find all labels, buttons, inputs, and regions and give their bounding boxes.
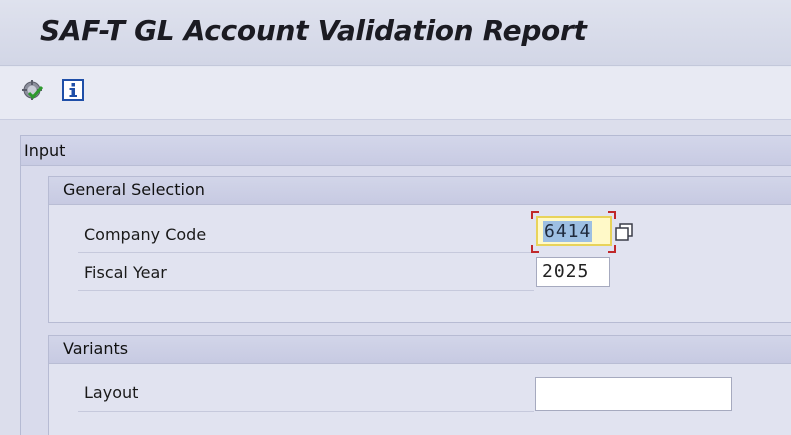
variants-header: [49, 336, 791, 364]
general-selection-label: General Selection: [63, 180, 205, 199]
fiscal-year-field[interactable]: 2025: [536, 257, 610, 287]
focus-marker: [608, 245, 616, 253]
layout-row-line: [78, 411, 534, 412]
fiscal-year-label: Fiscal Year: [84, 263, 167, 282]
company-code-field[interactable]: 6414: [536, 216, 612, 246]
input-frame-label: Input: [24, 141, 66, 160]
company-code-label: Company Code: [84, 225, 207, 244]
variants-label: Variants: [63, 339, 129, 358]
fiscal-year-row-line: [78, 290, 534, 291]
input-frame-header: [21, 136, 791, 166]
info-icon[interactable]: [62, 79, 84, 101]
application-toolbar: [0, 67, 791, 119]
execute-icon[interactable]: [21, 79, 44, 101]
company-code-value: 6414: [543, 221, 593, 242]
company-code-row-line: [78, 252, 534, 253]
focus-marker: [531, 245, 539, 253]
page-title: SAF-T GL Account Validation Report: [40, 14, 587, 47]
layout-label: Layout: [84, 383, 139, 402]
multiple-selection-icon[interactable]: [614, 222, 636, 242]
layout-field[interactable]: [535, 377, 732, 411]
title-bar: SAF-T GL Account Validation Report: [0, 0, 791, 66]
